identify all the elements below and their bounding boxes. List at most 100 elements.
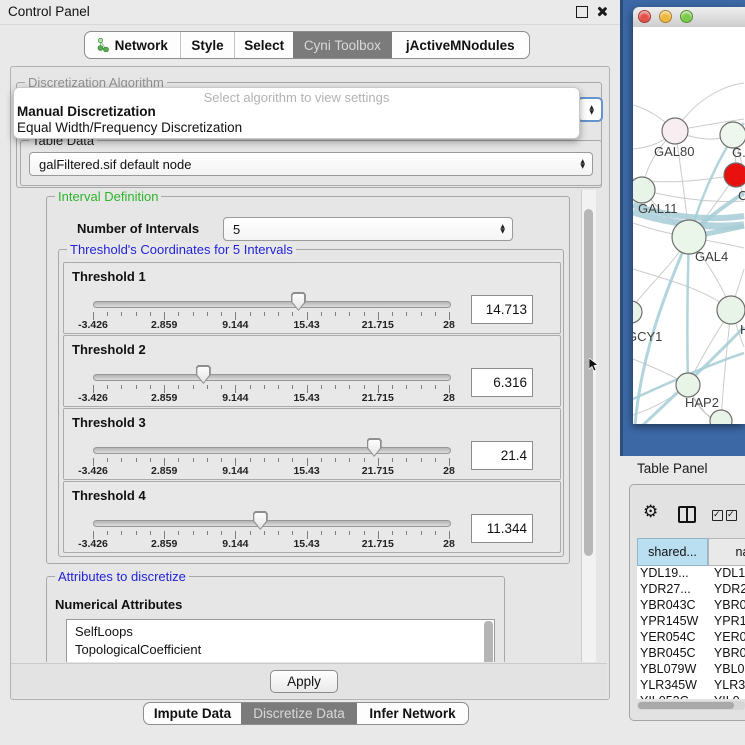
cell-shared-name[interactable]: YBL079W bbox=[637, 662, 705, 678]
dropdown-option-equal-width[interactable]: Equal Width/Frequency Discretization bbox=[17, 120, 242, 135]
tab-label: Cyni Toolbox bbox=[304, 38, 381, 53]
network-node[interactable] bbox=[724, 163, 745, 187]
slider-handle[interactable] bbox=[253, 511, 268, 530]
minimize-traffic-light-icon[interactable] bbox=[659, 10, 672, 23]
table-data-combobox[interactable]: galFiltered.sif default node ▲▼ bbox=[29, 152, 593, 176]
table-row[interactable]: YBR043CYBR0 bbox=[637, 598, 745, 614]
table-row[interactable]: YER054CYER0 bbox=[637, 630, 745, 646]
slider-handle[interactable] bbox=[291, 292, 306, 311]
threshold-value-field[interactable]: 11.344 bbox=[471, 514, 533, 543]
dropdown-option-manual-discretization[interactable]: Manual Discretization bbox=[17, 104, 156, 119]
attributes-group: Attributes to discretize Numerical Attri… bbox=[46, 576, 505, 662]
cell-name[interactable]: YER0 bbox=[705, 630, 745, 646]
split-columns-icon[interactable] bbox=[678, 506, 696, 523]
cell-shared-name[interactable]: YDL19... bbox=[637, 566, 705, 582]
network-thick-edge[interactable] bbox=[687, 237, 689, 385]
column-header-name[interactable]: na bbox=[708, 538, 745, 566]
node-label: GAL4 bbox=[695, 249, 728, 264]
cell-name[interactable]: YDL1 bbox=[705, 566, 745, 582]
cell-shared-name[interactable]: YBR045C bbox=[637, 646, 705, 662]
cell-shared-name[interactable]: YBR043C bbox=[637, 598, 705, 614]
cell-name[interactable]: YBR0 bbox=[705, 646, 745, 662]
column-header-shared-name[interactable]: shared... bbox=[637, 538, 708, 566]
apply-button[interactable]: Apply bbox=[270, 670, 338, 693]
network-canvas[interactable]: GAL80G.CGAL11GAL4GCY1HHAP2 bbox=[633, 27, 745, 424]
table-row[interactable]: YDR27...YDR2 bbox=[637, 582, 745, 598]
table-horizontal-scrollbar[interactable] bbox=[637, 701, 745, 710]
control-panel-titlebar: Control Panel bbox=[0, 0, 620, 25]
attribute-list-item[interactable]: BetweennessCentrality bbox=[67, 659, 494, 662]
network-edge[interactable] bbox=[721, 310, 731, 421]
settings-scrollbar[interactable] bbox=[581, 190, 596, 662]
close-icon[interactable] bbox=[595, 5, 608, 18]
scrollbar-thumb[interactable] bbox=[638, 702, 734, 709]
cell-name[interactable]: YDR2 bbox=[705, 582, 745, 598]
node-label: GAL80 bbox=[654, 144, 694, 159]
table-row[interactable]: YBL079WYBL0 bbox=[637, 662, 745, 678]
tab-jactivemnodules[interactable]: jActiveMNodules bbox=[392, 32, 529, 58]
table-header: shared... na bbox=[637, 538, 745, 566]
table-row[interactable]: YDL19...YDL1 bbox=[637, 566, 745, 582]
threshold-value-field[interactable]: 21.4 bbox=[471, 441, 533, 470]
close-traffic-light-icon[interactable] bbox=[638, 10, 651, 23]
tab-infer-network[interactable]: Infer Network bbox=[357, 703, 468, 724]
attribute-list-item[interactable]: SelfLoops bbox=[67, 620, 494, 641]
slider-handle[interactable] bbox=[367, 438, 382, 457]
threshold-label: Threshold 1 bbox=[72, 269, 146, 284]
number-of-intervals-spinner[interactable]: 5 ▲▼ bbox=[223, 217, 513, 241]
tab-impute-data[interactable]: Impute Data bbox=[144, 703, 241, 724]
checkbox-icon[interactable] bbox=[726, 510, 737, 521]
zoom-traffic-light-icon[interactable] bbox=[680, 10, 693, 23]
threshold-value-field[interactable]: 14.713 bbox=[471, 295, 533, 324]
table-row[interactable]: YLR345WYLR3 bbox=[637, 678, 745, 694]
spinner-value: 5 bbox=[233, 222, 240, 237]
slider-scale-labels: -3.4262.8599.14415.4321.71528 bbox=[93, 392, 449, 405]
table-row[interactable]: YPR145WYPR1 bbox=[637, 614, 745, 630]
tab-network[interactable]: Network bbox=[85, 32, 180, 58]
node-label: C bbox=[738, 188, 745, 203]
scrollbar-thumb[interactable] bbox=[584, 209, 593, 556]
slider-track[interactable] bbox=[93, 301, 451, 308]
threshold-value-field[interactable]: 6.316 bbox=[471, 368, 533, 397]
network-node[interactable] bbox=[633, 177, 655, 203]
cell-name[interactable]: YPR1 bbox=[705, 614, 745, 630]
cell-shared-name[interactable]: YDR27... bbox=[637, 582, 705, 598]
algorithm-combobox[interactable]: ▲▼ bbox=[577, 97, 603, 122]
dropdown-placeholder: Select algorithm to view settings bbox=[14, 90, 579, 105]
network-edge[interactable] bbox=[642, 190, 744, 202]
cell-name[interactable]: YLR3 bbox=[705, 678, 745, 694]
float-panel-icon[interactable] bbox=[576, 6, 588, 18]
tab-select[interactable]: Select bbox=[234, 32, 293, 58]
tab-discretize-data[interactable]: Discretize Data bbox=[241, 703, 357, 724]
cell-name[interactable]: YBL0 bbox=[705, 662, 745, 678]
node-label: G. bbox=[732, 145, 745, 160]
cell-shared-name[interactable]: YER054C bbox=[637, 630, 705, 646]
tab-style[interactable]: Style bbox=[180, 32, 235, 58]
threshold-panel: Threshold 2-3.4262.8599.14415.4321.71528… bbox=[63, 335, 561, 407]
network-icon bbox=[97, 38, 110, 52]
cell-shared-name[interactable]: YLR345W bbox=[637, 678, 705, 694]
checkbox-icon[interactable] bbox=[712, 510, 723, 521]
tab-cyni-toolbox[interactable]: Cyni Toolbox bbox=[293, 32, 392, 58]
slider-track[interactable] bbox=[93, 520, 451, 527]
gear-icon[interactable]: ⚙ bbox=[643, 502, 658, 522]
attribute-list-item[interactable]: TopologicalCoefficient bbox=[67, 641, 494, 659]
cell-shared-name[interactable]: YPR145W bbox=[637, 614, 705, 630]
list-scrollbar[interactable] bbox=[484, 621, 493, 662]
network-node[interactable] bbox=[633, 301, 642, 323]
network-node[interactable] bbox=[662, 118, 688, 144]
table-row[interactable]: YIL052CYIL0 bbox=[637, 694, 745, 699]
slider-handle[interactable] bbox=[196, 365, 211, 384]
slider-track[interactable] bbox=[93, 374, 451, 381]
cell-shared-name[interactable]: YIL052C bbox=[637, 694, 705, 699]
slider-ticks bbox=[93, 531, 449, 541]
cell-name[interactable]: YBR0 bbox=[705, 598, 745, 614]
table-row[interactable]: YBR045CYBR0 bbox=[637, 646, 745, 662]
slider-track[interactable] bbox=[93, 447, 451, 454]
network-node[interactable] bbox=[710, 410, 732, 424]
tab-label: jActiveMNodules bbox=[406, 38, 515, 53]
network-node[interactable] bbox=[676, 373, 700, 397]
numerical-attributes-list[interactable]: SelfLoopsTopologicalCoefficientBetweenne… bbox=[66, 619, 495, 662]
cell-name[interactable]: YIL0 bbox=[705, 694, 745, 699]
network-node[interactable] bbox=[717, 296, 745, 324]
